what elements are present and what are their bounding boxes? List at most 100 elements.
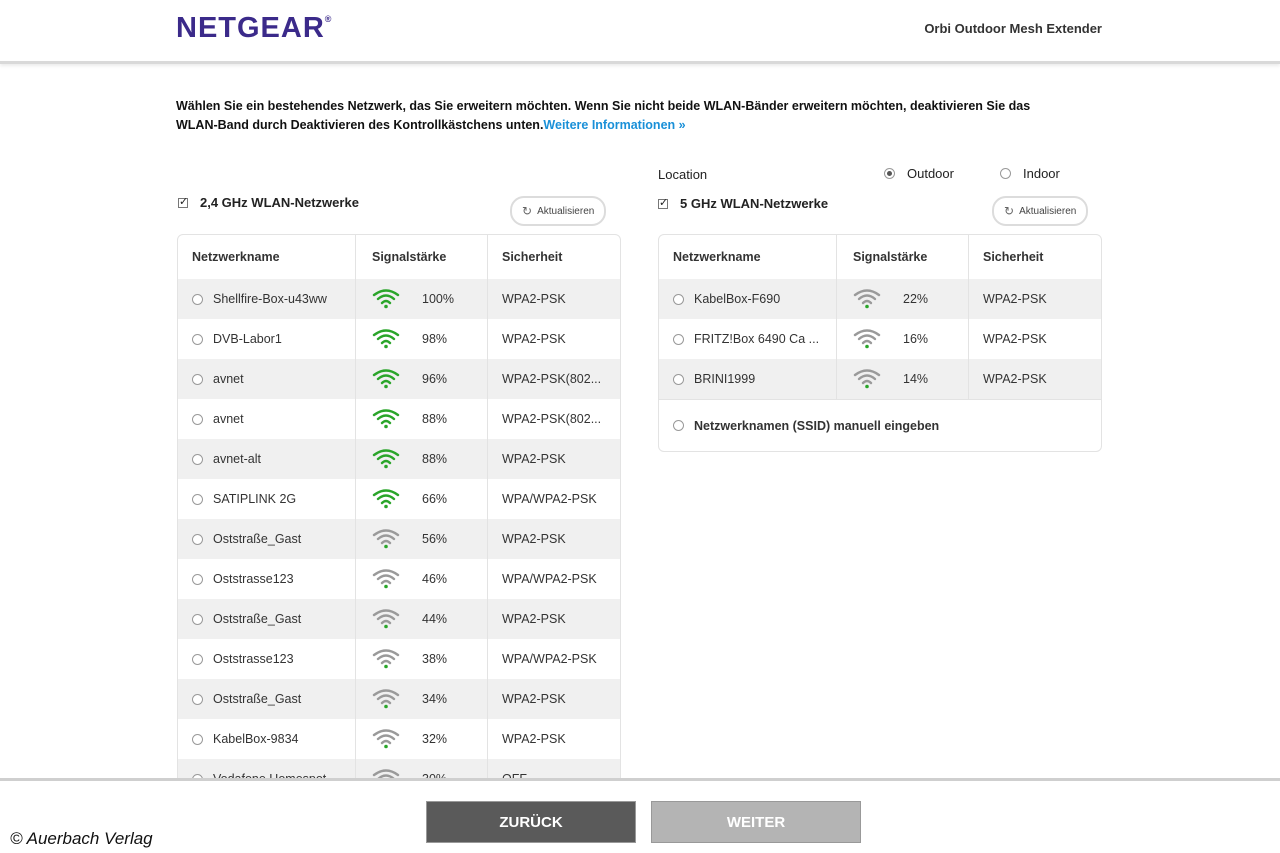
table-row[interactable]: avnet-alt 88% WPA2-PSK bbox=[178, 439, 620, 479]
signal-cell: 88% bbox=[356, 399, 488, 439]
wifi-signal-icon bbox=[372, 409, 400, 429]
signal-cell: 22% bbox=[837, 279, 969, 319]
wifi-signal-icon bbox=[853, 369, 881, 389]
band24-checkbox[interactable] bbox=[178, 195, 188, 208]
table-row[interactable]: FRITZ!Box 6490 Ca ... 16% WPA2-PSK bbox=[659, 319, 1101, 359]
table-row[interactable]: Oststrasse123 46% WPA/WPA2-PSK bbox=[178, 559, 620, 599]
network-name: DVB-Labor1 bbox=[213, 332, 282, 346]
wifi-signal-icon bbox=[372, 449, 400, 469]
wifi-signal-icon bbox=[372, 729, 400, 749]
signal-cell: 16% bbox=[837, 319, 969, 359]
network-select-radio[interactable] bbox=[192, 533, 203, 545]
network-name: avnet-alt bbox=[213, 452, 261, 466]
security-cell: WPA2-PSK(802... bbox=[502, 372, 602, 386]
signal-percent: 38% bbox=[422, 652, 448, 666]
table-row[interactable]: BRINI1999 14% WPA2-PSK bbox=[659, 359, 1101, 399]
wifi-signal-icon bbox=[372, 689, 400, 709]
signal-percent: 56% bbox=[422, 532, 448, 546]
table-row[interactable]: avnet 88% WPA2-PSK(802... bbox=[178, 399, 620, 439]
next-button[interactable]: WEITER bbox=[651, 801, 861, 843]
network-name: Oststrasse123 bbox=[213, 652, 294, 666]
network-select-radio[interactable] bbox=[673, 373, 684, 385]
network-name-cell: Oststraße_Gast bbox=[178, 519, 356, 559]
table-row[interactable]: Shellfire-Box-u43ww 100% WPA2-PSK bbox=[178, 279, 620, 319]
security-cell: WPA2-PSK bbox=[983, 332, 1047, 346]
table-row[interactable]: avnet 96% WPA2-PSK(802... bbox=[178, 359, 620, 399]
location-indoor-option[interactable]: Indoor bbox=[1000, 166, 1060, 181]
network-name-cell: BRINI1999 bbox=[659, 359, 837, 399]
signal-cell: 100% bbox=[356, 279, 488, 319]
security-cell: WPA/WPA2-PSK bbox=[502, 492, 597, 506]
network-select-radio[interactable] bbox=[192, 733, 203, 745]
network-name-cell: Oststraße_Gast bbox=[178, 599, 356, 639]
manual-ssid-option[interactable]: Netzwerknamen (SSID) manuell eingeben bbox=[659, 399, 1101, 451]
refresh-24-button[interactable]: ↻ Aktualisieren bbox=[510, 196, 607, 226]
table-row[interactable]: Oststraße_Gast 44% WPA2-PSK bbox=[178, 599, 620, 639]
network-name-cell: Oststrasse123 bbox=[178, 639, 356, 679]
network-select-radio[interactable] bbox=[192, 493, 203, 505]
signal-cell: 88% bbox=[356, 439, 488, 479]
indoor-radio[interactable] bbox=[1000, 168, 1011, 179]
refresh-icon: ↻ bbox=[1004, 204, 1015, 218]
location-outdoor-option[interactable]: Outdoor bbox=[884, 166, 954, 181]
table-row[interactable]: SATIPLINK 2G 66% WPA/WPA2-PSK bbox=[178, 479, 620, 519]
manual-ssid-radio[interactable] bbox=[673, 420, 684, 431]
network-select-radio[interactable] bbox=[192, 653, 203, 665]
table-row[interactable]: Oststrasse123 38% WPA/WPA2-PSK bbox=[178, 639, 620, 679]
network-name-cell: SATIPLINK 2G bbox=[178, 479, 356, 519]
signal-cell: 56% bbox=[356, 519, 488, 559]
network-name: Oststraße_Gast bbox=[213, 692, 302, 706]
network-select-radio[interactable] bbox=[192, 373, 203, 385]
table-row[interactable]: KabelBox-F690 22% WPA2-PSK bbox=[659, 279, 1101, 319]
band24-toggle[interactable]: 2,4 GHz WLAN-Netzwerke bbox=[178, 195, 359, 210]
signal-percent: 46% bbox=[422, 572, 448, 586]
network-name-cell: DVB-Labor1 bbox=[178, 319, 356, 359]
outdoor-radio[interactable] bbox=[884, 168, 895, 179]
security-cell: WPA2-PSK bbox=[502, 612, 566, 626]
network-name: FRITZ!Box 6490 Ca ... bbox=[694, 332, 820, 346]
network-select-radio[interactable] bbox=[192, 613, 203, 625]
col-security: Sicherheit bbox=[983, 250, 1044, 264]
security-cell: WPA2-PSK bbox=[502, 732, 566, 746]
network-select-radio[interactable] bbox=[192, 573, 203, 585]
more-info-link[interactable]: Weitere Informationen » bbox=[543, 118, 685, 132]
network-select-radio[interactable] bbox=[192, 333, 203, 345]
netgear-logo: NETGEAR® bbox=[176, 12, 333, 44]
signal-percent: 96% bbox=[422, 372, 448, 386]
security-cell: WPA/WPA2-PSK bbox=[502, 652, 597, 666]
band5-checkbox[interactable] bbox=[658, 196, 668, 209]
signal-cell: 44% bbox=[356, 599, 488, 639]
network-select-radio[interactable] bbox=[192, 453, 203, 465]
col-signal: Signalstärke bbox=[356, 235, 488, 279]
security-cell: WPA2-PSK bbox=[502, 292, 566, 306]
refresh-5-button[interactable]: ↻ Aktualisieren bbox=[992, 196, 1089, 226]
network-name: BRINI1999 bbox=[694, 372, 756, 386]
network-select-radio[interactable] bbox=[192, 293, 203, 305]
network-name-cell: avnet bbox=[178, 399, 356, 439]
wifi-signal-icon bbox=[853, 289, 881, 309]
network-name-cell: Oststraße_Gast bbox=[178, 679, 356, 719]
wifi-signal-icon bbox=[372, 329, 400, 349]
table-row[interactable]: Oststraße_Gast 56% WPA2-PSK bbox=[178, 519, 620, 559]
network-select-radio[interactable] bbox=[673, 293, 684, 305]
wifi-signal-icon bbox=[372, 569, 400, 589]
table-row[interactable]: KabelBox-9834 32% WPA2-PSK bbox=[178, 719, 620, 759]
signal-cell: 34% bbox=[356, 679, 488, 719]
table-row[interactable]: DVB-Labor1 98% WPA2-PSK bbox=[178, 319, 620, 359]
signal-percent: 98% bbox=[422, 332, 448, 346]
refresh-icon: ↻ bbox=[522, 204, 533, 218]
signal-cell: 96% bbox=[356, 359, 488, 399]
wifi-signal-icon bbox=[372, 609, 400, 629]
network-select-radio[interactable] bbox=[192, 413, 203, 425]
security-cell: WPA2-PSK bbox=[502, 532, 566, 546]
network-name: Oststrasse123 bbox=[213, 572, 294, 586]
network-select-radio[interactable] bbox=[673, 333, 684, 345]
band5-toggle[interactable]: 5 GHz WLAN-Netzwerke bbox=[658, 196, 828, 211]
back-button[interactable]: ZURÜCK bbox=[426, 801, 636, 843]
security-cell: WPA2-PSK bbox=[502, 452, 566, 466]
network-name-cell: Oststrasse123 bbox=[178, 559, 356, 599]
col-signal: Signalstärke bbox=[837, 235, 969, 279]
table-row[interactable]: Oststraße_Gast 34% WPA2-PSK bbox=[178, 679, 620, 719]
security-cell: WPA2-PSK(802... bbox=[502, 412, 602, 426]
network-select-radio[interactable] bbox=[192, 693, 203, 705]
